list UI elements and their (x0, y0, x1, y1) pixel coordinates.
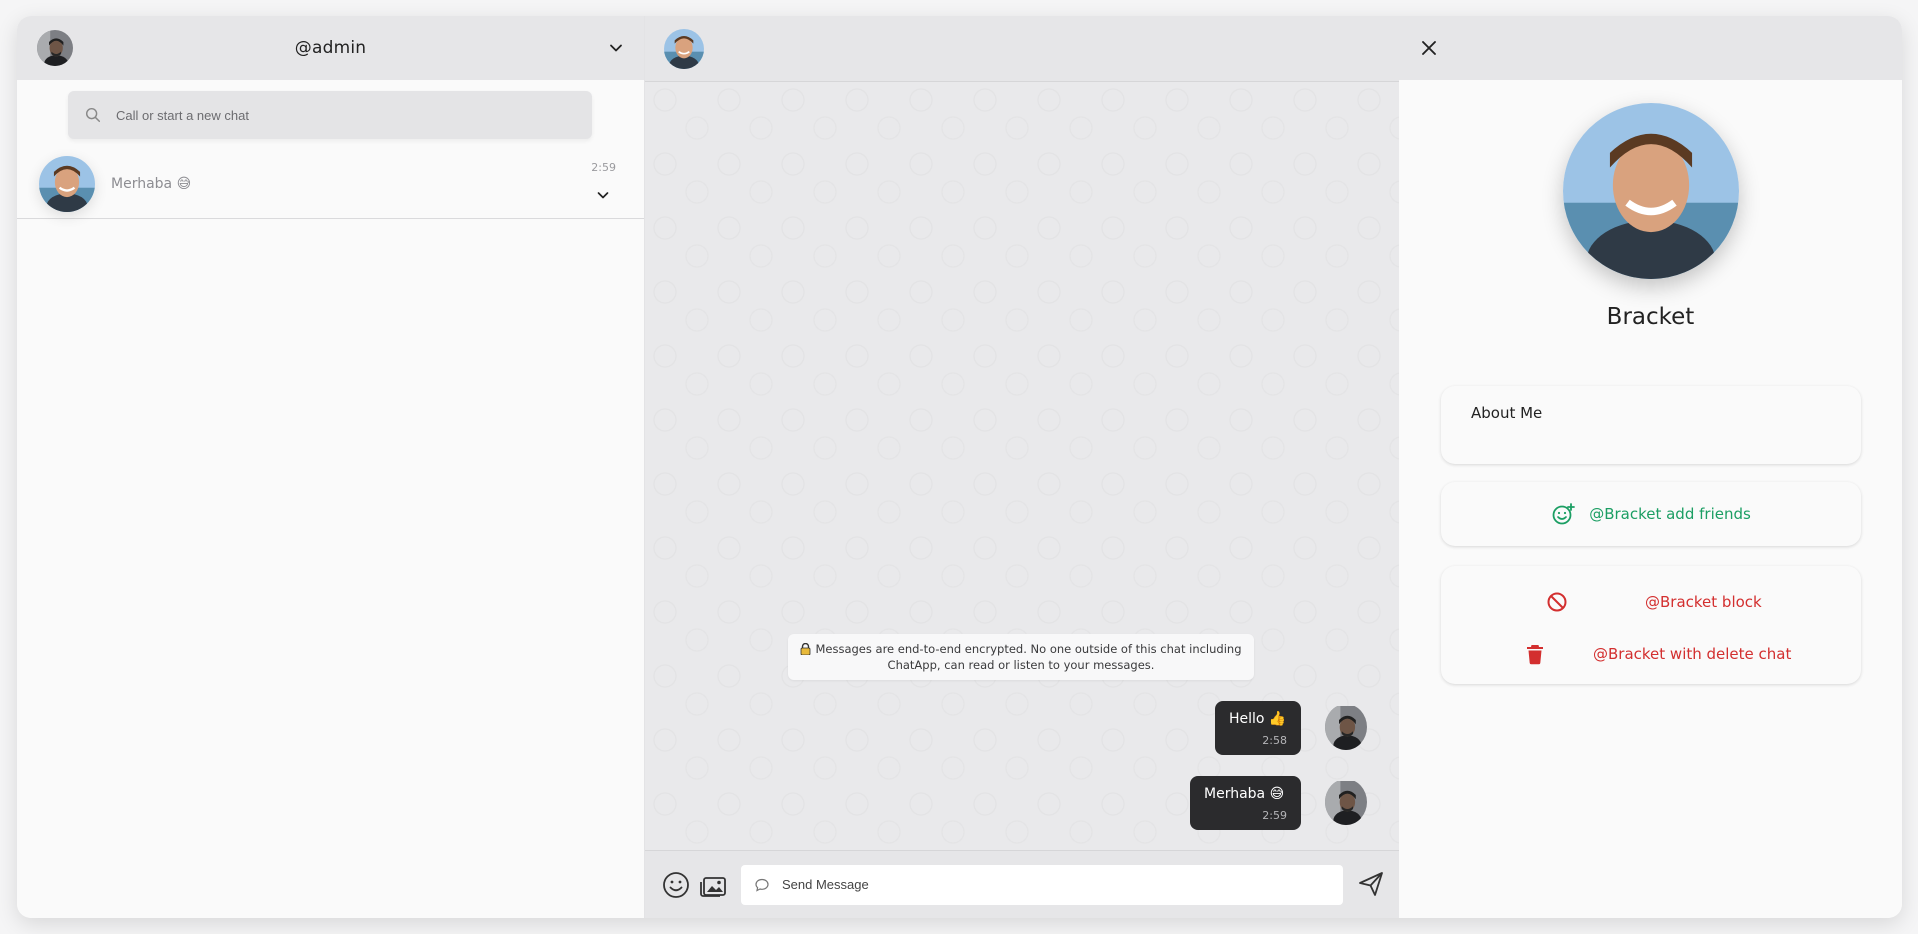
chevron-down-icon[interactable] (606, 38, 626, 58)
message-bubble[interactable]: Merhaba 😅 2:59 (1190, 776, 1301, 830)
sender-avatar (1325, 779, 1367, 825)
chat-app-window: @admin Merhaba 😅 2:59 (17, 16, 1902, 918)
profile-header (1399, 16, 1902, 80)
encryption-notice-line1: Messages are end-to-end encrypted. No on… (815, 642, 1242, 656)
trash-icon (1527, 645, 1543, 665)
contact-profile-panel: Bracket About Me @Bracket add friends @B… (1399, 16, 1902, 918)
my-avatar[interactable] (37, 30, 73, 66)
lock-icon (801, 643, 811, 655)
search-icon (85, 107, 101, 123)
delete-chat-label: @Bracket with delete chat (1593, 645, 1792, 663)
encryption-notice-line2: ChatApp, can read or listen to your mess… (887, 658, 1155, 672)
search-input[interactable] (116, 107, 476, 123)
block-icon (1547, 592, 1567, 612)
danger-actions-card: @Bracket block @Bracket with delete chat (1441, 566, 1861, 684)
encryption-notice: Messages are end-to-end encrypted. No on… (788, 634, 1254, 680)
contact-avatar (39, 156, 95, 212)
last-message-preview: Merhaba 😅 (111, 175, 192, 192)
current-username: @admin (294, 38, 367, 58)
sender-avatar (1325, 704, 1367, 750)
message-input-box (741, 864, 1343, 905)
emoji-icon[interactable] (661, 870, 691, 900)
profile-avatar (1563, 103, 1739, 279)
message-text: Hello 👍 (1229, 711, 1287, 727)
chevron-down-icon[interactable] (595, 187, 611, 203)
delete-chat-button[interactable]: @Bracket with delete chat (1441, 638, 1861, 670)
add-friend-button[interactable]: @Bracket add friends (1441, 482, 1861, 546)
close-icon[interactable] (1419, 38, 1439, 58)
about-me-title: About Me (1471, 404, 1543, 422)
block-label: @Bracket block (1645, 593, 1762, 611)
contact-avatar[interactable] (664, 29, 704, 69)
search-bar (68, 91, 592, 139)
message-time: 2:58 (1262, 734, 1287, 747)
sidebar-header: @admin (17, 16, 644, 80)
last-message-time: 2:59 (591, 161, 616, 174)
chat-list-item[interactable]: Merhaba 😅 2:59 (17, 149, 644, 219)
message-time: 2:59 (1262, 809, 1287, 822)
chat-bubble-icon (755, 878, 769, 892)
add-friend-label: @Bracket add friends (1589, 505, 1751, 523)
about-me-card: About Me (1441, 386, 1861, 464)
block-user-button[interactable]: @Bracket block (1441, 586, 1861, 618)
message-bubble[interactable]: Hello 👍 2:58 (1215, 701, 1301, 755)
sidebar: @admin Merhaba 😅 2:59 (17, 16, 645, 918)
message-text: Merhaba 😅 (1204, 786, 1285, 802)
conversation-panel: Messages are end-to-end encrypted. No on… (645, 16, 1399, 918)
add-friend-smiley-icon (1552, 503, 1576, 525)
send-icon[interactable] (1357, 870, 1385, 898)
message-input[interactable] (782, 877, 1302, 892)
conversation-header (645, 16, 1399, 82)
image-gallery-icon[interactable] (698, 870, 728, 900)
profile-name: Bracket (1606, 304, 1695, 330)
message-composer (645, 850, 1399, 918)
